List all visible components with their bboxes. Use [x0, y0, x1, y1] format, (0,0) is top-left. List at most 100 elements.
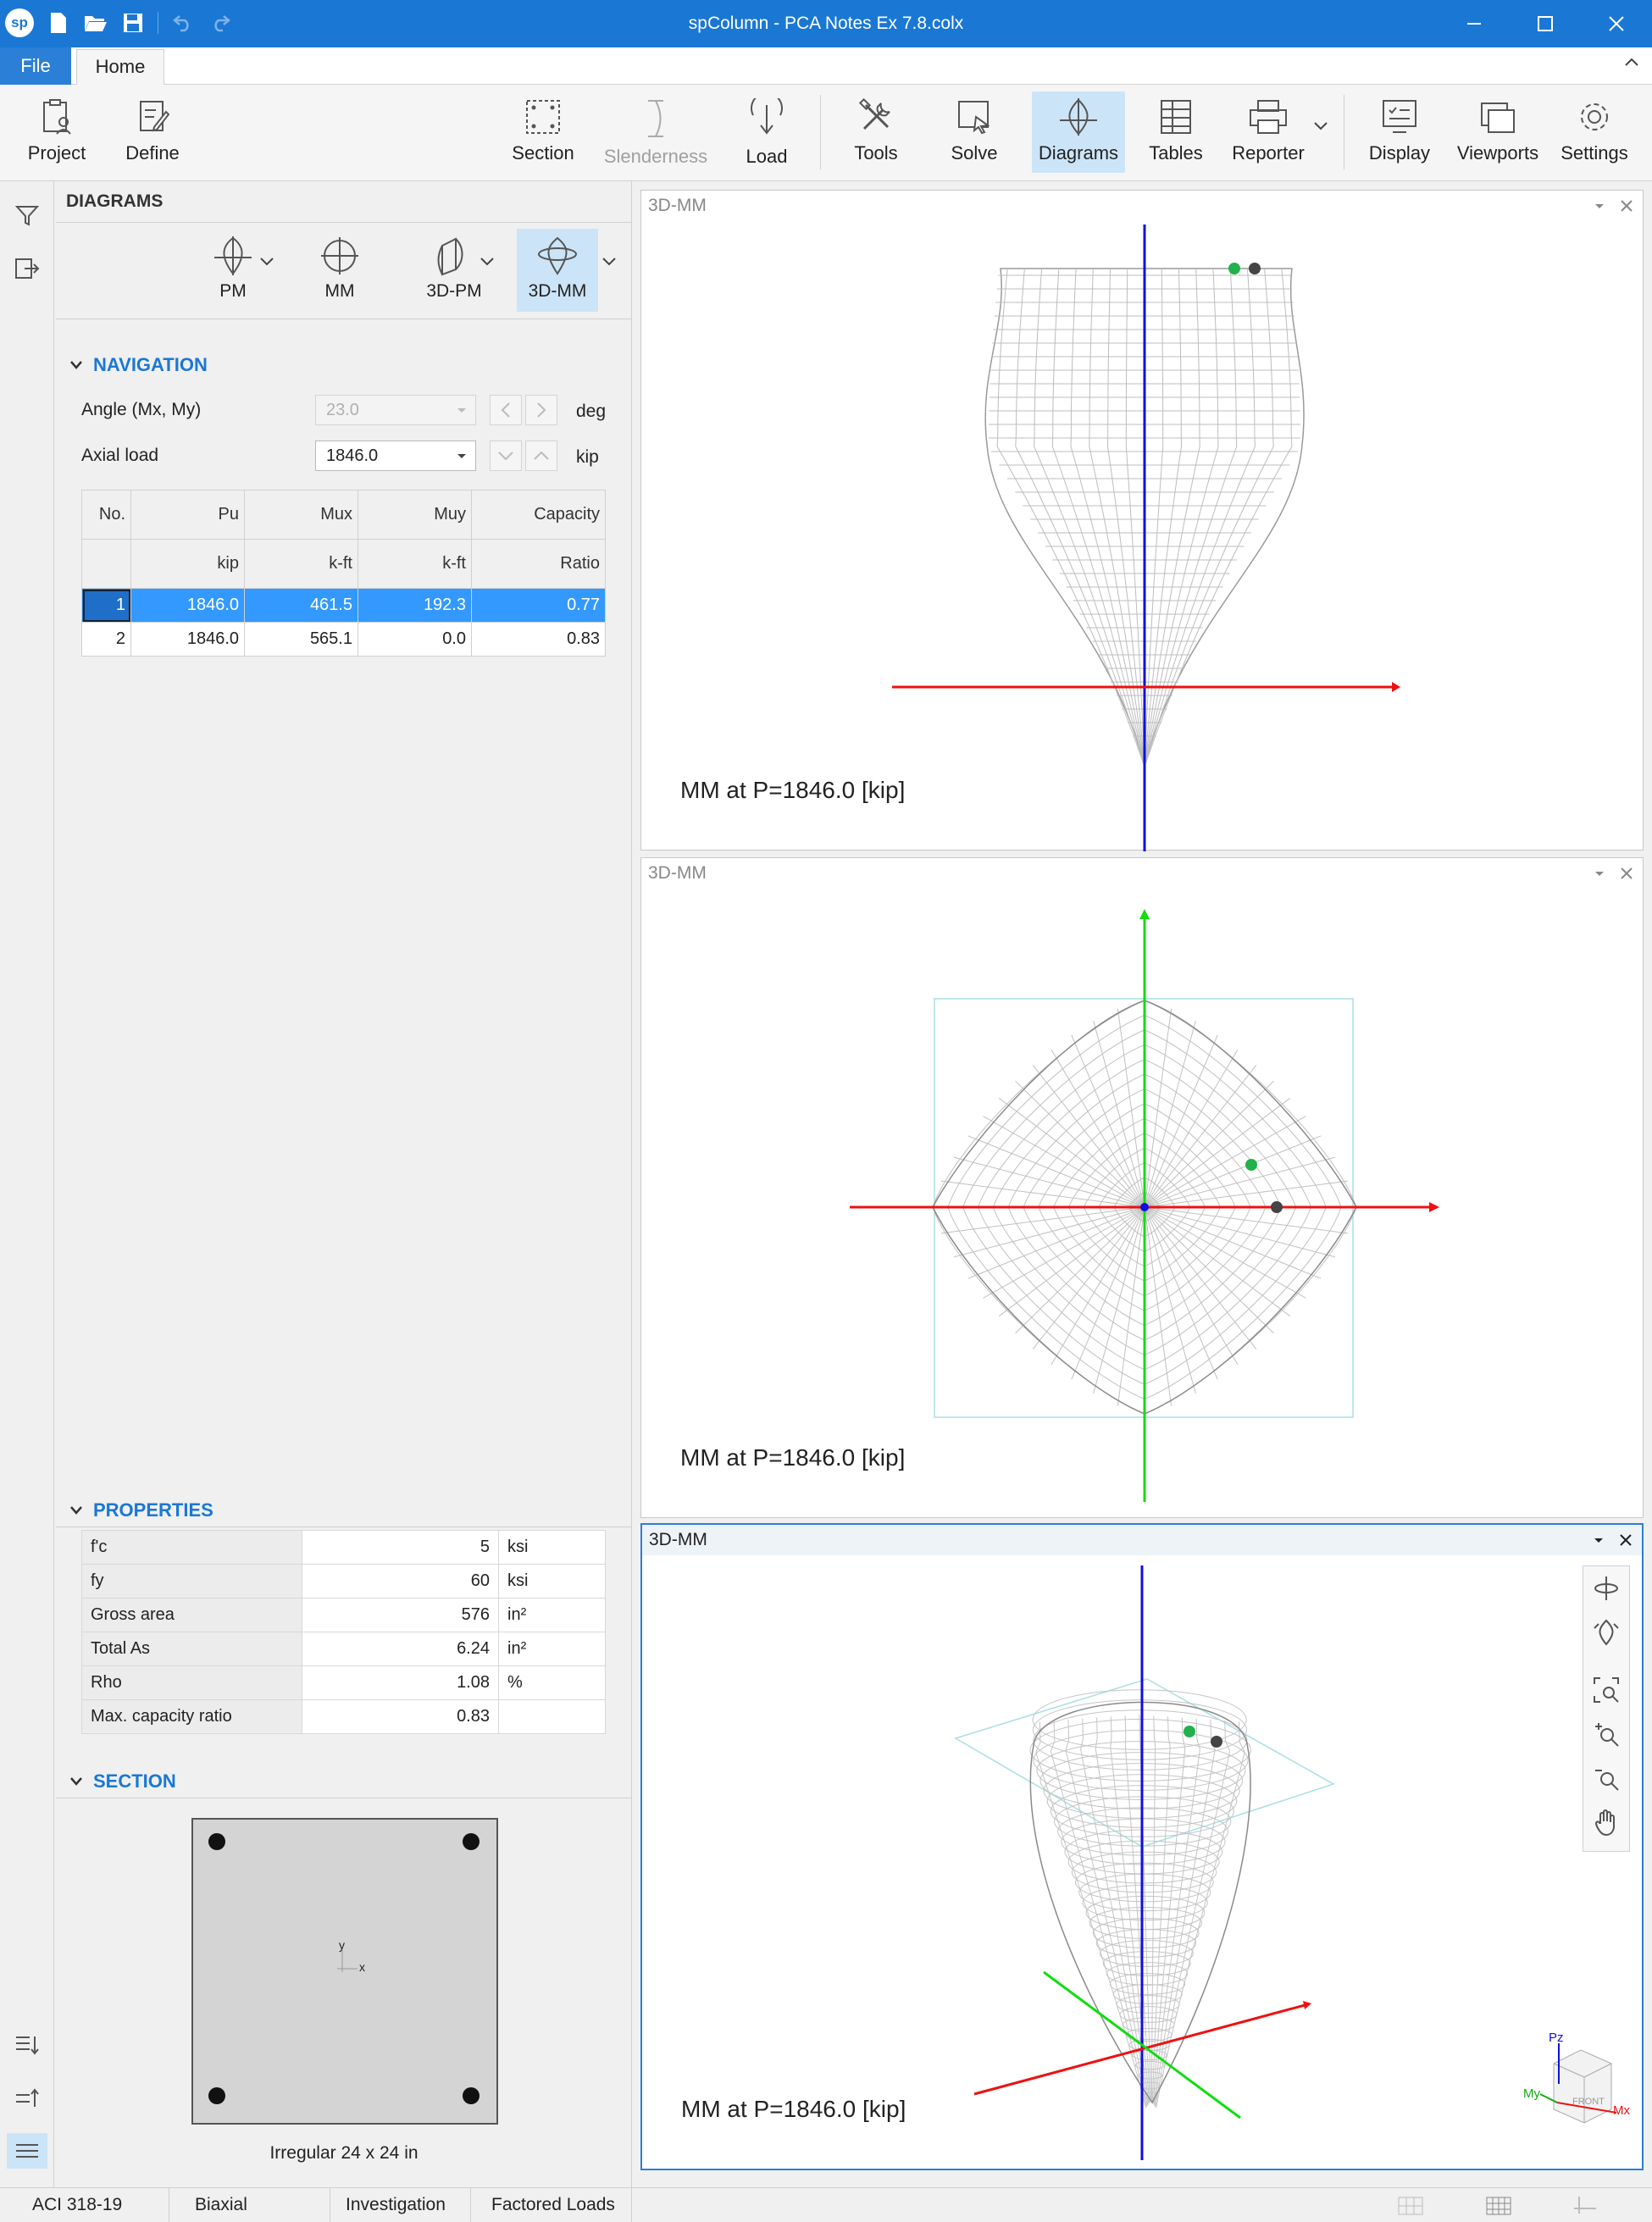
- table-cell[interactable]: 1846.0: [130, 622, 245, 657]
- table-row[interactable]: 1 1846.0 461.5 192.3 0.77: [81, 588, 606, 623]
- 3d-mm-plot[interactable]: Pz My Mx FRONT: [642, 1525, 1645, 2172]
- mm-diagram-button[interactable]: MM: [298, 229, 381, 312]
- gizmo-pz-label: Pz: [1549, 2031, 1564, 2045]
- table-cell[interactable]: 1: [81, 588, 131, 623]
- properties-title: PROPERTIES: [93, 1499, 213, 1521]
- table-cell[interactable]: 0.0: [358, 622, 472, 657]
- mesh-line: [1117, 1008, 1145, 1208]
- property-name: Total As: [81, 1632, 302, 1666]
- pan-hand-icon[interactable]: [1583, 1800, 1629, 1844]
- solve-label: Solve: [951, 142, 998, 163]
- slenderness-icon: [648, 100, 663, 137]
- diagrams-panel: DIAGRAMS PM MM 3D-PM 3D-MM NAVIGATION An…: [56, 181, 632, 2206]
- maximize-button[interactable]: [1510, 0, 1581, 47]
- orientation-cube[interactable]: Pz My Mx FRONT: [1523, 2031, 1630, 2124]
- property-name: fy: [81, 1564, 302, 1599]
- project-label: Project: [27, 142, 86, 163]
- filter-icon[interactable]: [12, 200, 42, 230]
- export-icon[interactable]: [12, 252, 42, 283]
- solve-icon: [958, 101, 990, 135]
- table-cell[interactable]: 2: [81, 622, 131, 657]
- axial-load-down-button[interactable]: [490, 441, 522, 471]
- column-header[interactable]: Mux: [244, 490, 358, 540]
- angle-prev-button[interactable]: [490, 395, 522, 425]
- tab-home[interactable]: Home: [76, 49, 164, 86]
- column-header[interactable]: No.: [81, 490, 131, 540]
- angle-next-button[interactable]: [525, 395, 557, 425]
- viewport-1[interactable]: 3D-MM MM at P=1846.0 [kip]: [640, 190, 1644, 851]
- minimize-button[interactable]: [1439, 0, 1510, 47]
- mesh-line: [967, 1135, 1145, 1208]
- property-row: Max. capacity ratio 0.83: [81, 1699, 606, 1734]
- viewport-3[interactable]: 3D-MM Pz My Mx FRONT MM at P=1846.0 [kip…: [640, 1523, 1644, 2170]
- snap-icon[interactable]: [1572, 2195, 1598, 2220]
- property-value: 6.24: [302, 1632, 499, 1666]
- table-row[interactable]: 2 1846.0 565.1 0.0 0.83: [81, 622, 606, 657]
- table-cell[interactable]: 1846.0: [130, 588, 245, 623]
- tab-file[interactable]: File: [0, 47, 71, 85]
- column-header[interactable]: Capacity: [471, 490, 606, 540]
- property-value: 1.08: [302, 1665, 499, 1700]
- table-cell[interactable]: 461.5: [244, 588, 358, 623]
- tables-button[interactable]: Tables: [1145, 91, 1206, 173]
- define-label: Define: [125, 142, 180, 163]
- properties-section-header[interactable]: PROPERTIES: [69, 1499, 213, 1521]
- 3d-mm-plot[interactable]: [641, 191, 1644, 851]
- list-view-icon[interactable]: [7, 2133, 47, 2169]
- section-section-header[interactable]: SECTION: [69, 1770, 176, 1793]
- viewports-button[interactable]: Viewports: [1454, 91, 1542, 173]
- solve-button[interactable]: Solve: [942, 91, 1006, 173]
- section-caption: Irregular 24 x 24 in: [269, 2143, 419, 2163]
- sort-up-icon[interactable]: [12, 2082, 42, 2113]
- slenderness-button[interactable]: Slenderness: [603, 91, 708, 173]
- axial-load-up-button[interactable]: [525, 441, 557, 471]
- gizmo-my-label: My: [1523, 2086, 1540, 2101]
- property-name: Gross area: [81, 1598, 302, 1632]
- settings-button[interactable]: Settings: [1555, 91, 1633, 173]
- mesh-line: [1144, 1206, 1218, 1380]
- zoom-out-icon[interactable]: [1583, 1756, 1629, 1800]
- sort-down-icon[interactable]: [12, 2030, 42, 2060]
- collapse-ribbon-icon[interactable]: [1623, 54, 1640, 75]
- divider: [56, 222, 632, 223]
- 3d-mm-dropdown-chevron-icon[interactable]: [601, 256, 617, 272]
- grid-settings-icon[interactable]: [1398, 2197, 1423, 2220]
- rebar: [463, 1833, 480, 1850]
- table-cell[interactable]: 0.83: [471, 622, 606, 657]
- reporter-button[interactable]: Reporter: [1230, 91, 1306, 173]
- diagrams-button[interactable]: Diagrams: [1032, 91, 1125, 173]
- zoom-in-icon[interactable]: [1583, 1712, 1629, 1756]
- table-cell[interactable]: 192.3: [358, 588, 472, 623]
- window-title: spColumn - PCA Notes Ex 7.8.colx: [688, 14, 964, 33]
- display-button[interactable]: Display: [1364, 91, 1435, 173]
- 3d-mm-diagram-button[interactable]: 3D-MM: [517, 229, 598, 312]
- section-button[interactable]: Section: [508, 91, 578, 173]
- rotate-icon[interactable]: [1583, 1566, 1629, 1610]
- define-button[interactable]: Define: [119, 91, 186, 173]
- 3d-mm-plot[interactable]: [641, 858, 1644, 1519]
- table-cell[interactable]: 0.77: [471, 588, 606, 623]
- 3d-pm-dropdown-chevron-icon[interactable]: [480, 256, 495, 272]
- tools-label: Tools: [854, 142, 898, 163]
- navigation-section-header[interactable]: NAVIGATION: [69, 354, 208, 376]
- pm-dropdown-chevron-icon[interactable]: [259, 256, 274, 272]
- angle-combo[interactable]: 23.0: [315, 395, 476, 425]
- viewport-2[interactable]: 3D-MM MM at P=1846.0 [kip]: [640, 857, 1644, 1518]
- tools-button[interactable]: Tools: [844, 91, 908, 173]
- mesh-line: [983, 1116, 1145, 1208]
- column-header[interactable]: Pu: [130, 490, 245, 540]
- property-unit: ksi: [498, 1564, 606, 1599]
- grid-icon[interactable]: [1486, 2197, 1511, 2220]
- reporter-dropdown-chevron-icon[interactable]: [1313, 120, 1328, 136]
- column-header[interactable]: Muy: [358, 490, 472, 540]
- close-button[interactable]: [1581, 0, 1652, 47]
- project-button[interactable]: Project: [19, 91, 95, 173]
- tools-icon: [858, 98, 890, 130]
- table-cell[interactable]: 565.1: [244, 622, 358, 657]
- load-button[interactable]: Load: [735, 91, 798, 173]
- zoom-extents-icon[interactable]: [1583, 1668, 1629, 1712]
- orbit-icon[interactable]: [1583, 1610, 1629, 1654]
- settings-label: Settings: [1561, 142, 1628, 163]
- axial-load-combo[interactable]: 1846.0: [315, 441, 476, 471]
